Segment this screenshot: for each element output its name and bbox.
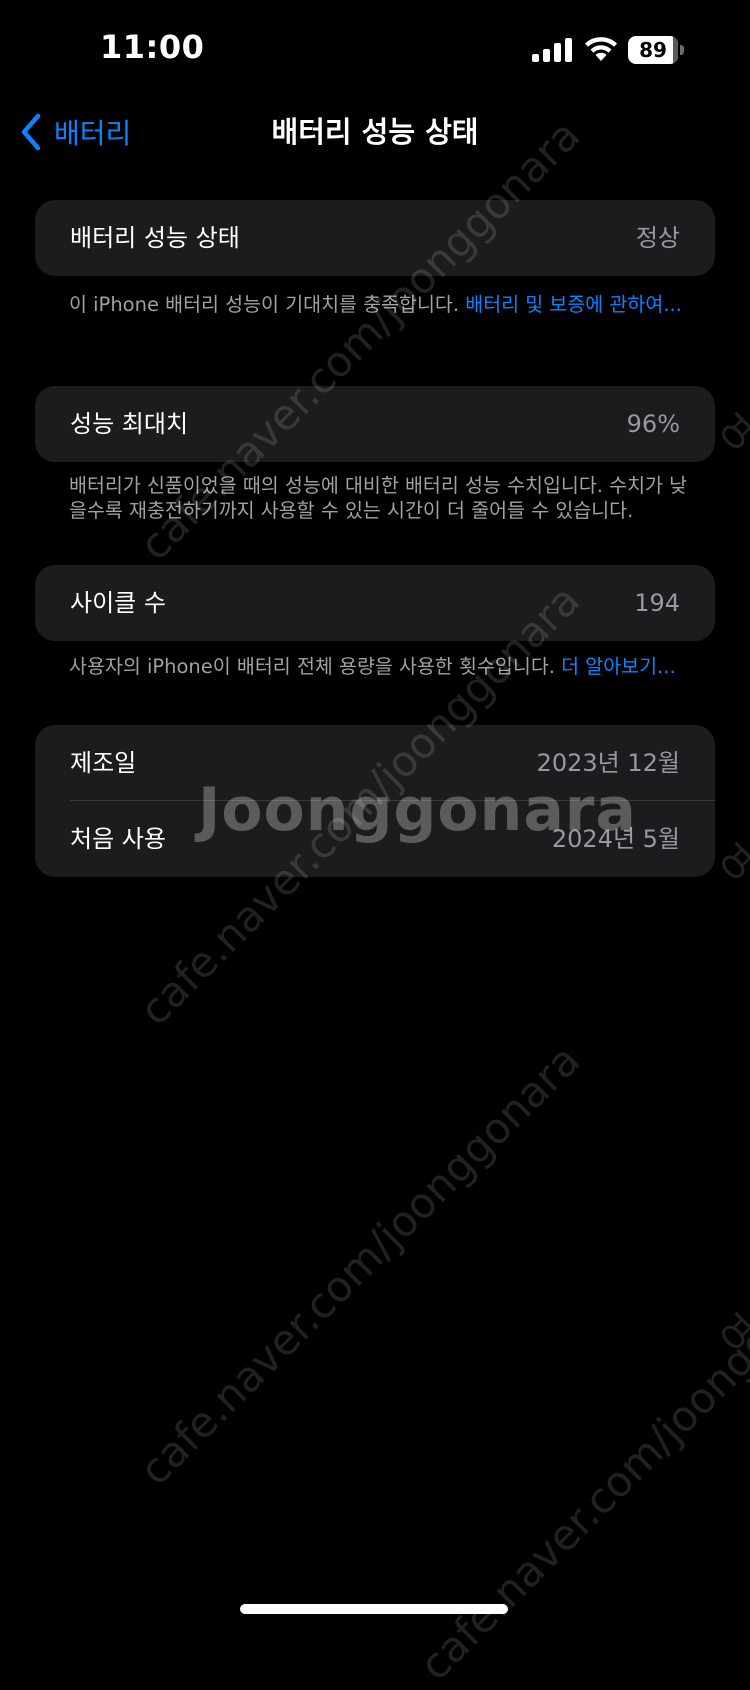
manufacture-date-label: 제조일 (70, 749, 137, 777)
first-use-row: 처음 사용 2024년 5월 (35, 801, 715, 877)
manufacture-date-row: 제조일 2023년 12월 (35, 725, 715, 801)
battery-icon: 89 (628, 36, 684, 64)
watermark-edge: 여 (712, 1306, 750, 1365)
back-button[interactable]: 배터리 (18, 110, 131, 154)
battery-health-footnote: 이 iPhone 배터리 성능이 기대치를 충족합니다. 배터리 및 보증에 관… (69, 292, 689, 317)
back-button-label: 배터리 (54, 117, 132, 150)
cycle-count-row: 사이클 수 194 (35, 565, 715, 641)
status-bar: 11:00 89 (0, 0, 750, 100)
maximum-capacity-footnote: 배터리가 신품이었을 때의 성능에 대비한 배터리 성능 수치입니다. 수치가 … (69, 473, 689, 523)
learn-more-link[interactable]: 더 알아보기... (561, 655, 676, 678)
battery-nub (680, 45, 684, 55)
maximum-capacity-card: 성능 최대치 96% (35, 386, 715, 462)
maximum-capacity-footnote-text: 배터리가 신품이었을 때의 성능에 대비한 배터리 성능 수치입니다. 수치가 … (69, 474, 688, 522)
battery-health-footnote-text: 이 iPhone 배터리 성능이 기대치를 충족합니다. (69, 293, 466, 316)
maximum-capacity-value: 96% (626, 410, 680, 438)
dates-card: 제조일 2023년 12월 처음 사용 2024년 5월 (35, 725, 715, 877)
battery-body: 89 (628, 36, 678, 64)
cycle-count-footnote: 사용자의 iPhone이 배터리 전체 용량을 사용한 횟수입니다. 더 알아보… (69, 654, 689, 679)
battery-health-row: 배터리 성능 상태 정상 (35, 200, 715, 276)
cycle-count-label: 사이클 수 (70, 589, 166, 617)
cellular-signal-icon (532, 38, 572, 62)
battery-health-card: 배터리 성능 상태 정상 (35, 200, 715, 276)
battery-level-text: 89 (639, 38, 667, 62)
cycle-count-value: 194 (634, 589, 680, 617)
wifi-icon (585, 37, 617, 61)
battery-health-label: 배터리 성능 상태 (70, 224, 240, 252)
maximum-capacity-label: 성능 최대치 (70, 410, 189, 438)
cycle-count-card: 사이클 수 194 (35, 565, 715, 641)
battery-warranty-link[interactable]: 배터리 및 보증에 관하여... (465, 293, 682, 316)
home-indicator[interactable] (240, 1604, 508, 1614)
first-use-value: 2024년 5월 (551, 825, 680, 853)
maximum-capacity-row: 성능 최대치 96% (35, 386, 715, 462)
manufacture-date-value: 2023년 12월 (536, 749, 680, 777)
first-use-label: 처음 사용 (70, 825, 166, 853)
status-time: 11:00 (100, 28, 205, 66)
watermark-url: cafe.naver.com/joonggonara (410, 1230, 750, 1690)
watermark-url: cafe.naver.com/joonggonara (130, 1035, 590, 1495)
chevron-left-icon (21, 113, 41, 151)
navigation-bar: 배터리 성능 상태 배터리 (0, 100, 750, 164)
cycle-count-footnote-text: 사용자의 iPhone이 배터리 전체 용량을 사용한 횟수입니다. (69, 655, 562, 678)
battery-health-value: 정상 (635, 224, 680, 252)
